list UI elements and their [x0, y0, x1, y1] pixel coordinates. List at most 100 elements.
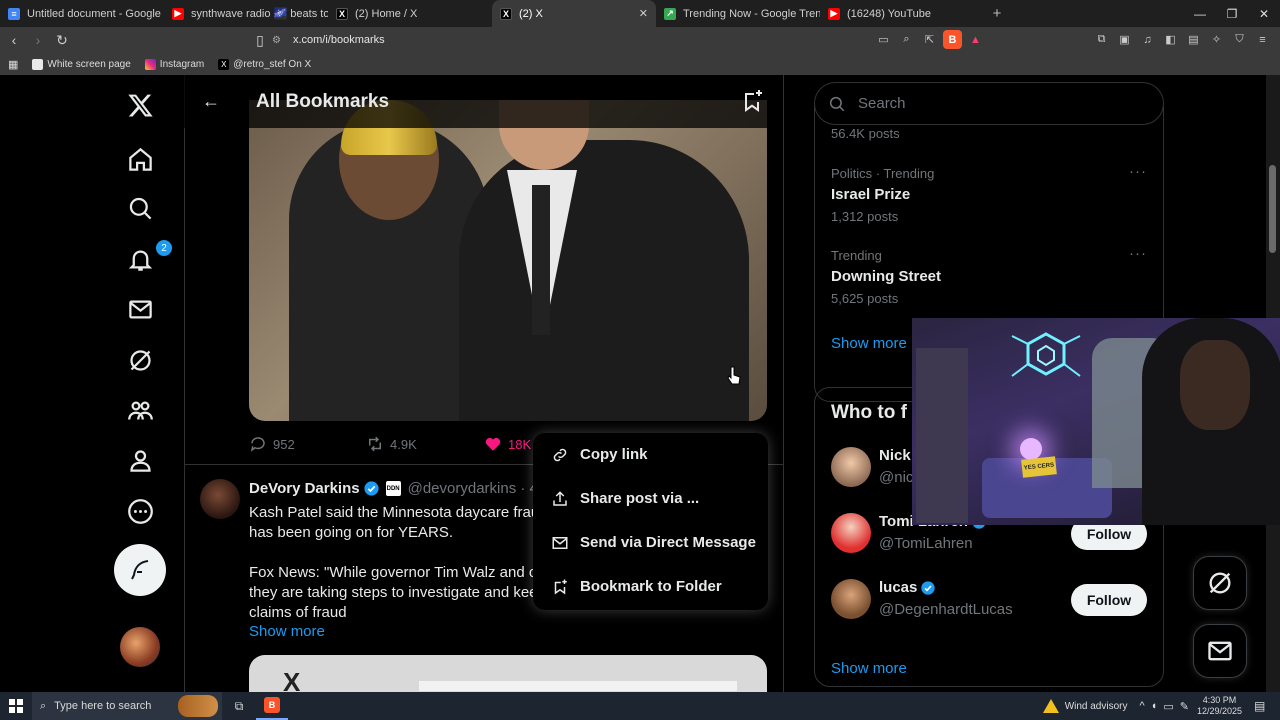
- chevron-up-icon[interactable]: ^: [1140, 700, 1145, 713]
- brave-shields-icon[interactable]: B: [943, 30, 962, 49]
- tab-x-home[interactable]: X (2) Home / X: [328, 0, 492, 27]
- more-icon[interactable]: [116, 487, 164, 535]
- music-icon[interactable]: ♫: [1138, 30, 1157, 49]
- task-view-icon[interactable]: ⧉: [222, 692, 256, 720]
- wallet-card-icon[interactable]: ▤: [1184, 30, 1203, 49]
- affiliate-badge-icon: DDN: [385, 481, 401, 496]
- avatar[interactable]: [831, 513, 871, 553]
- close-icon[interactable]: ✕: [639, 7, 648, 20]
- hand-cursor-icon: [727, 366, 741, 385]
- forward-icon[interactable]: ›: [28, 30, 48, 50]
- menu-item-bookmark-folder[interactable]: Bookmark to Folder: [533, 565, 768, 609]
- network-icon[interactable]: ▭: [1163, 700, 1173, 713]
- grok-icon[interactable]: [116, 336, 164, 384]
- tab-youtube[interactable]: ▶ (16248) YouTube: [820, 0, 984, 27]
- show-more-link[interactable]: Show more: [831, 660, 907, 677]
- youtube-icon: ▶: [828, 7, 840, 20]
- avatar[interactable]: [120, 627, 160, 667]
- menu-item-send-dm[interactable]: Send via Direct Message: [533, 521, 768, 565]
- tab-x-bookmarks[interactable]: X (2) X ✕: [492, 0, 656, 27]
- leo-ai-icon[interactable]: ✧: [1207, 30, 1226, 49]
- user-handle: @TomiLahren: [879, 535, 973, 552]
- tab-google-trends[interactable]: ↗ Trending Now - Google Trends: [656, 0, 820, 27]
- user-handle: @DegenhardtLucas: [879, 601, 1013, 618]
- reader-mode-icon[interactable]: ▭: [874, 30, 893, 49]
- x-logo-icon[interactable]: [116, 81, 164, 129]
- speaker-icon[interactable]: ◖: [1151, 700, 1158, 713]
- close-window-icon[interactable]: ✕: [1248, 0, 1280, 27]
- webcam-face: [1180, 340, 1250, 430]
- menu-icon[interactable]: ≡: [1253, 30, 1272, 49]
- pen-icon[interactable]: ✎: [1180, 700, 1189, 713]
- new-tab-button[interactable]: +: [984, 0, 1010, 27]
- show-more-link[interactable]: Show more: [831, 335, 907, 352]
- notification-center-icon[interactable]: ▤: [1254, 699, 1274, 713]
- back-arrow-icon[interactable]: ←: [202, 91, 220, 112]
- avatar[interactable]: [831, 447, 871, 487]
- zoom-icon[interactable]: ⌕: [897, 30, 916, 49]
- vpn-icon[interactable]: ⛉: [1230, 30, 1249, 49]
- author-handle[interactable]: @devorydarkins · 4h: [408, 480, 547, 497]
- clock-time: 4:30 PM: [1202, 695, 1237, 705]
- grok-fab-button[interactable]: [1193, 556, 1247, 610]
- trend-title[interactable]: Israel Prize: [831, 186, 910, 203]
- verified-badge-icon: [363, 480, 380, 497]
- reload-icon[interactable]: ↻: [52, 30, 72, 50]
- avatar[interactable]: [200, 479, 240, 519]
- taskbar-brave-app[interactable]: B: [256, 692, 288, 720]
- scrollbar-thumb[interactable]: [1269, 165, 1276, 253]
- tab-label: (16248) YouTube: [847, 7, 931, 20]
- brave-rewards-icon[interactable]: ▲: [966, 30, 985, 49]
- post-image[interactable]: [249, 100, 767, 421]
- compose-post-button[interactable]: [114, 544, 166, 596]
- tab-google-docs[interactable]: ≡ Untitled document - Google Docs: [0, 0, 164, 27]
- post-text-line: Fox News: "While governor Tim Walz and o: [249, 564, 538, 581]
- author-name[interactable]: DeVory Darkins: [249, 480, 360, 497]
- taskbar-clock[interactable]: 4:30 PM 12/29/2025: [1197, 695, 1242, 717]
- user-name-row[interactable]: lucas: [879, 579, 936, 596]
- menu-item-copy-link[interactable]: Copy link: [533, 433, 768, 477]
- communities-icon[interactable]: [116, 386, 164, 434]
- share-icon[interactable]: ⇱: [920, 30, 939, 49]
- extensions-toolbar: ⧉ ▣ ♫ ◧ ▤ ✧ ⛉ ≡: [1092, 30, 1272, 49]
- back-icon[interactable]: ‹: [4, 30, 24, 50]
- follow-button[interactable]: Follow: [1071, 584, 1147, 616]
- post-header: DeVory Darkins DDN @devorydarkins · 4h: [249, 480, 546, 497]
- bookmark-instagram[interactable]: Instagram: [144, 58, 204, 70]
- search-input[interactable]: Search: [814, 82, 1164, 125]
- user-name[interactable]: Nick: [879, 447, 911, 464]
- trend-title[interactable]: Downing Street: [831, 268, 941, 285]
- bookmark-retro-stef[interactable]: X @retro_stef On X: [218, 58, 311, 70]
- show-more-link[interactable]: Show more: [249, 623, 325, 640]
- more-options-icon[interactable]: ···: [1129, 163, 1147, 180]
- minimize-icon[interactable]: —: [1184, 0, 1216, 27]
- restore-icon[interactable]: ❐: [1216, 0, 1248, 27]
- post-media-card[interactable]: X: [249, 655, 767, 692]
- messages-icon[interactable]: [116, 285, 164, 333]
- profile-icon[interactable]: [116, 436, 164, 484]
- add-folder-button[interactable]: [740, 89, 764, 118]
- taskbar-search[interactable]: ⌕ Type here to search: [32, 692, 222, 720]
- messages-fab-button[interactable]: [1193, 624, 1247, 678]
- repost-button[interactable]: 4.9K: [366, 435, 417, 453]
- extensions-icon[interactable]: ⧉: [1092, 30, 1111, 49]
- post-text-line: has been going on for YEARS.: [249, 524, 454, 541]
- explore-icon[interactable]: [116, 184, 164, 232]
- notifications-icon[interactable]: 2: [116, 235, 172, 283]
- avatar[interactable]: [831, 579, 871, 619]
- menu-item-share-post[interactable]: Share post via ...: [533, 477, 768, 521]
- weather-widget[interactable]: Wind advisory: [1042, 699, 1128, 713]
- tab-synthwave-radio[interactable]: ▶ synthwave radio 🌌 beats to chill: [164, 0, 328, 27]
- sidebar-icon[interactable]: ◧: [1161, 30, 1180, 49]
- apps-grid-icon[interactable]: ▦: [8, 58, 18, 71]
- reply-button[interactable]: 952: [249, 435, 295, 453]
- home-icon[interactable]: [116, 135, 164, 183]
- site-info-icon[interactable]: ⚙: [272, 35, 281, 46]
- post-actions: 952 4.9K 18K: [249, 435, 549, 455]
- like-button[interactable]: 18K: [484, 435, 531, 453]
- wallet-icon[interactable]: ▣: [1115, 30, 1134, 49]
- more-options-icon[interactable]: ···: [1129, 245, 1147, 262]
- bookmark-white-screen[interactable]: White screen page: [32, 58, 131, 70]
- start-button[interactable]: [0, 692, 32, 720]
- clock-date: 12/29/2025: [1196, 706, 1242, 716]
